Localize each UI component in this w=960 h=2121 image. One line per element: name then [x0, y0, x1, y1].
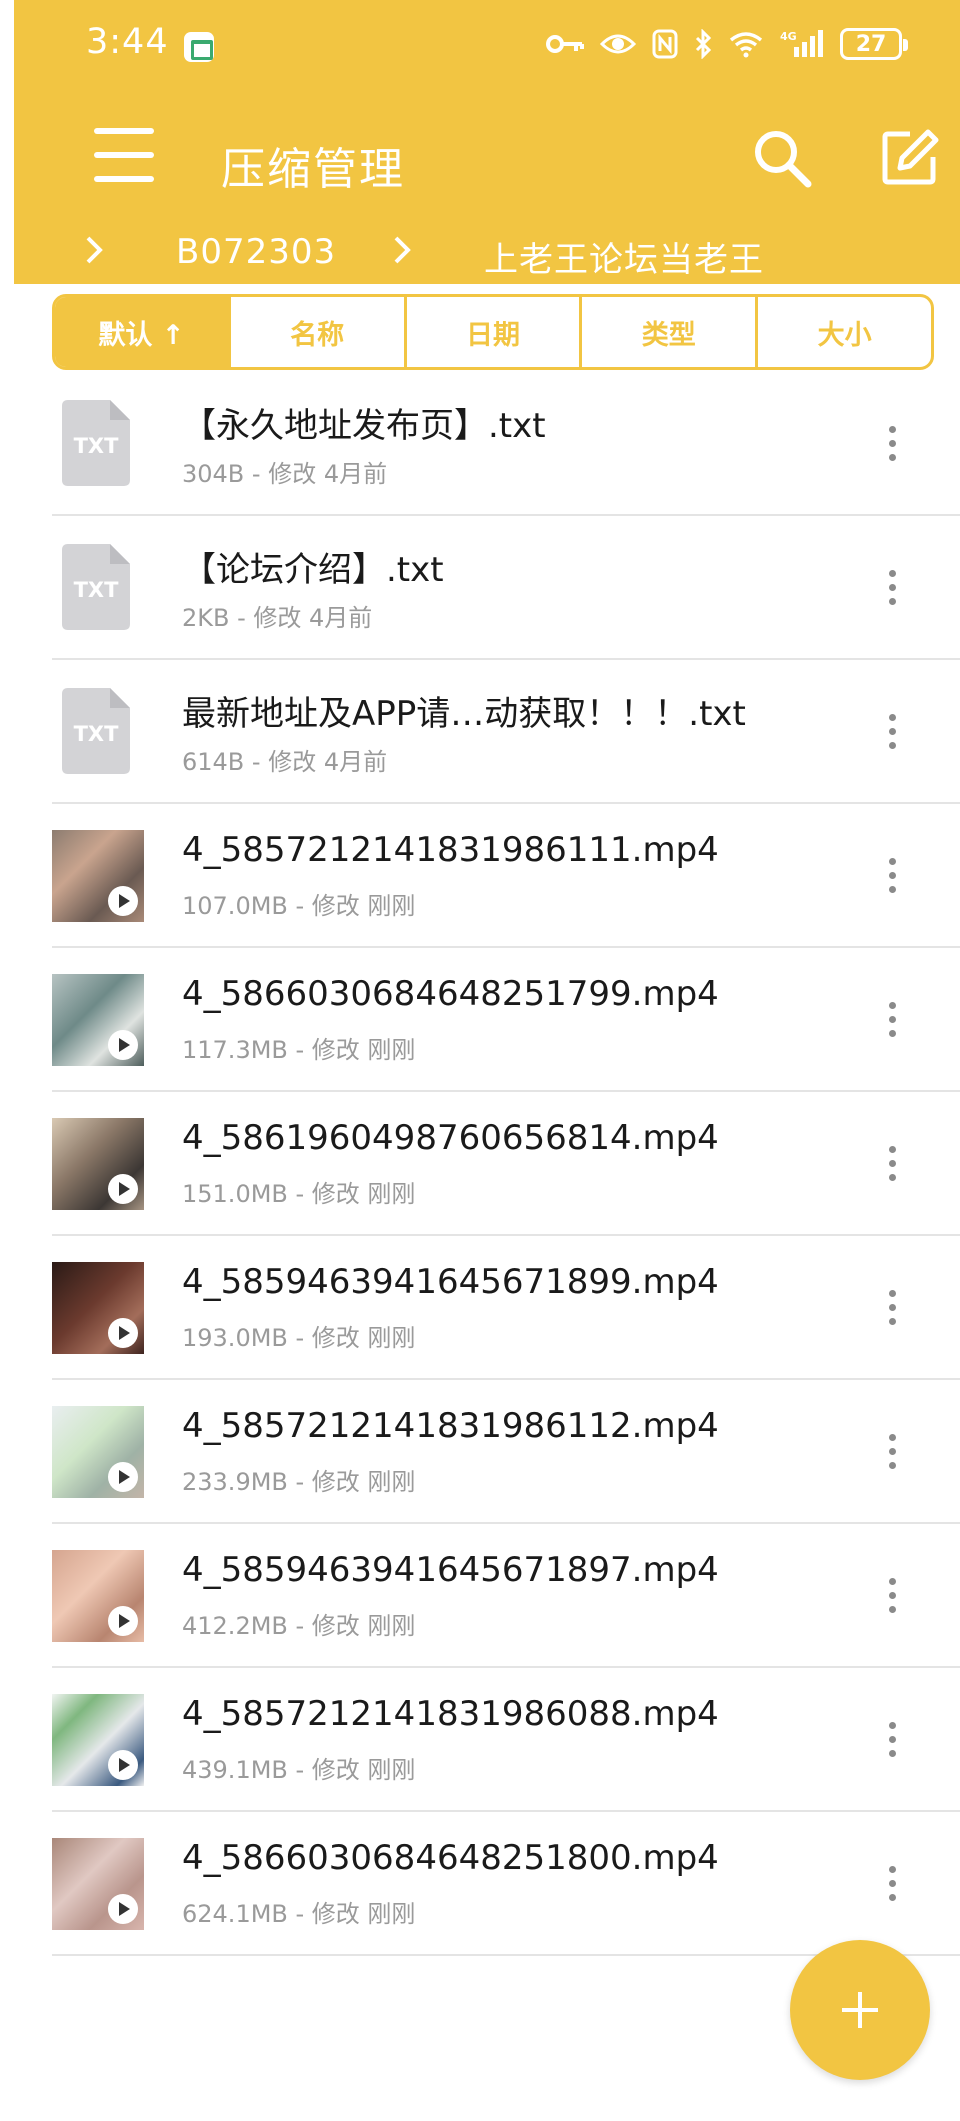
more-vert-icon[interactable] [872, 854, 912, 898]
txt-file-icon: TXT [62, 688, 130, 774]
page-title: 压缩管理 [221, 144, 405, 195]
sort-tab-type[interactable]: 类型 [579, 297, 755, 367]
play-icon [108, 1030, 138, 1060]
more-vert-icon[interactable] [872, 710, 912, 754]
more-vert-icon[interactable] [872, 1862, 912, 1906]
video-thumbnail [52, 974, 144, 1066]
list-item[interactable]: TXT 【论坛介绍】.txt 2KB - 修改 4月前 [52, 516, 960, 660]
list-item[interactable]: 4_5859463941645671899.mp4 193.0MB - 修改 刚刚 [52, 1236, 960, 1380]
file-meta: 233.9MB - 修改 刚刚 [182, 1468, 416, 1496]
list-item[interactable]: 4_5866030684648251799.mp4 117.3MB - 修改 刚刚 [52, 948, 960, 1092]
more-vert-icon[interactable] [872, 1718, 912, 1762]
bluetooth-icon [695, 29, 712, 59]
sort-tab-default[interactable]: 默认 ↑ [55, 297, 228, 367]
file-meta: 117.3MB - 修改 刚刚 [182, 1036, 416, 1064]
eye-icon [600, 34, 636, 54]
home-app-icon [184, 32, 214, 62]
play-icon [108, 1318, 138, 1348]
video-thumbnail [52, 1550, 144, 1642]
battery-icon: 27 [840, 28, 908, 60]
list-item[interactable]: 4_5857212141831986111.mp4 107.0MB - 修改 刚刚 [52, 804, 960, 948]
chevron-right-icon [394, 236, 411, 264]
list-item[interactable]: 4_5866030684648251800.mp4 624.1MB - 修改 刚刚 [52, 1812, 960, 1956]
sort-tab-name[interactable]: 名称 [227, 297, 404, 367]
chevron-right-icon [86, 236, 103, 264]
list-item[interactable]: 4_5861960498760656814.mp4 151.0MB - 修改 刚刚 [52, 1092, 960, 1236]
play-icon [108, 1894, 138, 1924]
file-type-label: TXT [73, 722, 119, 746]
file-type-label: TXT [73, 434, 119, 458]
status-icons: 4G 27 [546, 28, 908, 60]
file-meta: 614B - 修改 4月前 [182, 748, 388, 776]
play-icon [108, 1606, 138, 1636]
breadcrumb-item[interactable]: B072303 [176, 232, 336, 272]
more-vert-icon[interactable] [872, 566, 912, 610]
file-name: 4_5857212141831986111.mp4 [182, 830, 719, 870]
play-icon [108, 1750, 138, 1780]
play-icon [108, 1462, 138, 1492]
file-meta: 624.1MB - 修改 刚刚 [182, 1900, 416, 1928]
file-name: 4_5859463941645671897.mp4 [182, 1550, 719, 1590]
play-icon [108, 1174, 138, 1204]
add-button[interactable] [790, 1940, 930, 2080]
list-item[interactable]: 4_5859463941645671897.mp4 412.2MB - 修改 刚刚 [52, 1524, 960, 1668]
file-name: 4_5866030684648251800.mp4 [182, 1838, 719, 1878]
list-item[interactable]: 4_5857212141831986088.mp4 439.1MB - 修改 刚刚 [52, 1668, 960, 1812]
sort-tab-size[interactable]: 大小 [755, 297, 931, 367]
more-vert-icon[interactable] [872, 422, 912, 466]
more-vert-icon[interactable] [872, 1574, 912, 1618]
breadcrumb-item-current[interactable]: 上老王论坛当老王 [484, 232, 764, 281]
list-item[interactable]: 4_5857212141831986112.mp4 233.9MB - 修改 刚刚 [52, 1380, 960, 1524]
video-thumbnail [52, 830, 144, 922]
list-item[interactable]: TXT 最新地址及APP请…动获取！！！.txt 614B - 修改 4月前 [52, 660, 960, 804]
file-name: 最新地址及APP请…动获取！！！.txt [182, 694, 746, 734]
file-meta: 2KB - 修改 4月前 [182, 604, 373, 632]
play-icon [108, 886, 138, 916]
video-thumbnail [52, 1118, 144, 1210]
menu-icon [94, 128, 154, 134]
file-name: 4_5861960498760656814.mp4 [182, 1118, 719, 1158]
key-icon [546, 35, 584, 53]
more-vert-icon[interactable] [872, 1430, 912, 1474]
sort-tabs: 默认 ↑ 名称 日期 类型 大小 [52, 294, 934, 370]
file-meta: 439.1MB - 修改 刚刚 [182, 1756, 416, 1784]
menu-button[interactable] [94, 128, 154, 184]
file-name: 4_5857212141831986112.mp4 [182, 1406, 719, 1446]
more-vert-icon[interactable] [872, 998, 912, 1042]
list-item[interactable]: TXT 【永久地址发布页】.txt 304B - 修改 4月前 [52, 372, 960, 516]
file-meta: 151.0MB - 修改 刚刚 [182, 1180, 416, 1208]
txt-file-icon: TXT [62, 400, 130, 486]
file-name: 4_5857212141831986088.mp4 [182, 1694, 719, 1734]
nfc-icon [652, 29, 678, 59]
file-meta: 107.0MB - 修改 刚刚 [182, 892, 416, 920]
svg-text:4G: 4G [780, 30, 797, 43]
txt-file-icon: TXT [62, 544, 130, 630]
status-time: 3:44 [86, 22, 169, 62]
search-icon[interactable] [750, 126, 814, 190]
video-thumbnail [52, 1406, 144, 1498]
file-meta: 193.0MB - 修改 刚刚 [182, 1324, 416, 1352]
video-thumbnail [52, 1694, 144, 1786]
signal-icon: 4G [780, 30, 823, 57]
file-name: 4_5866030684648251799.mp4 [182, 974, 719, 1014]
sort-tab-date[interactable]: 日期 [403, 297, 580, 367]
file-manager-screen: 3:44 4G 27 压缩管理 B072303 上老王论坛当老王 默认 ↑ 名称… [0, 0, 960, 2121]
more-vert-icon[interactable] [872, 1142, 912, 1186]
wifi-icon [729, 32, 763, 58]
file-list: TXT 【永久地址发布页】.txt 304B - 修改 4月前 TXT 【论坛介绍】.t… [52, 372, 960, 1956]
file-type-label: TXT [73, 578, 119, 602]
app-header: 3:44 4G 27 压缩管理 B072303 上老王论坛当老王 [14, 0, 960, 284]
file-name: 4_5859463941645671899.mp4 [182, 1262, 719, 1302]
file-meta: 412.2MB - 修改 刚刚 [182, 1612, 416, 1640]
video-thumbnail [52, 1838, 144, 1930]
more-vert-icon[interactable] [872, 1286, 912, 1330]
edit-icon[interactable] [880, 128, 940, 188]
file-meta: 304B - 修改 4月前 [182, 460, 388, 488]
file-name: 【论坛介绍】.txt [182, 550, 444, 590]
battery-level: 27 [855, 31, 887, 57]
file-name: 【永久地址发布页】.txt [182, 406, 546, 446]
video-thumbnail [52, 1262, 144, 1354]
